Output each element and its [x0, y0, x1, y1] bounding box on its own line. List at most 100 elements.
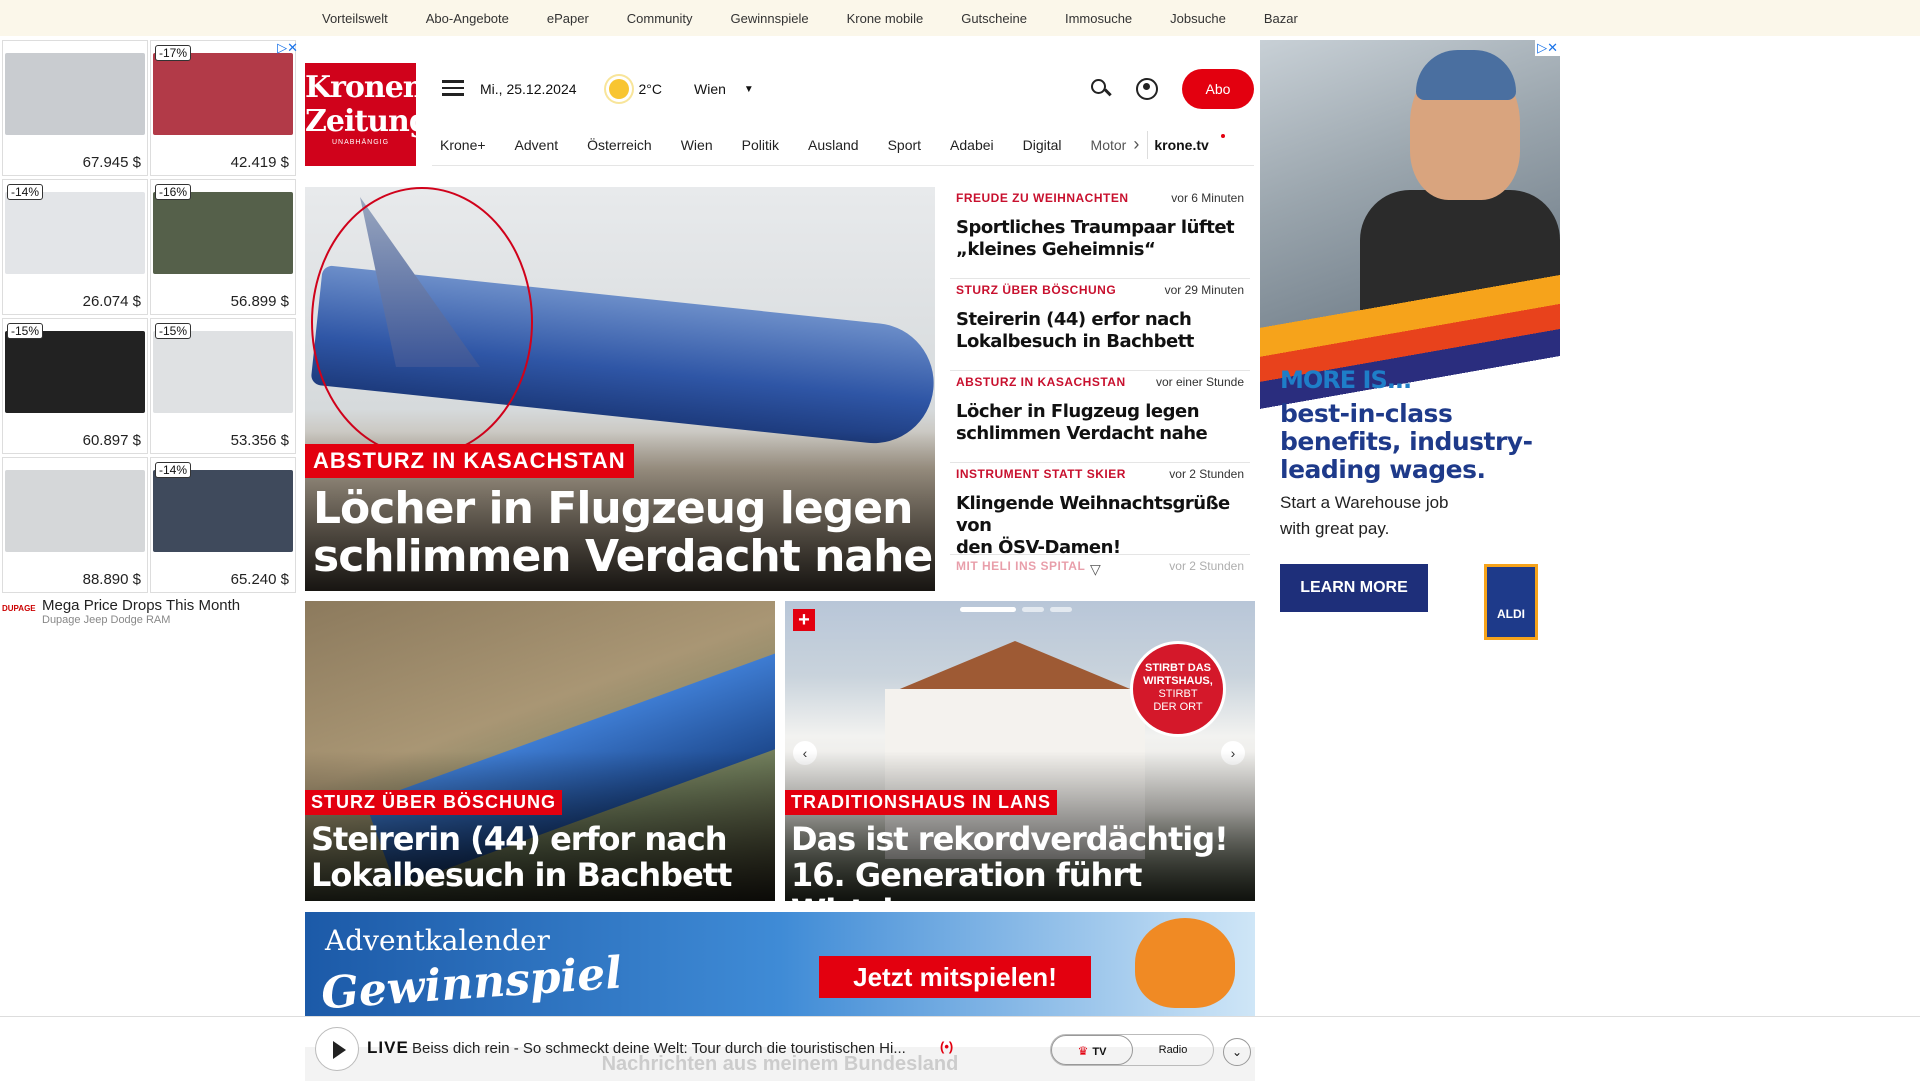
list-item-kicker: STURZ ÜBER BÖSCHUNG [956, 283, 1117, 297]
headline-line: schlimmen Verdacht nahe [956, 423, 1208, 444]
topnav-gutscheine[interactable]: Gutscheine [961, 11, 1027, 26]
story-carousel[interactable]: + STIRBT DAS WIRTSHAUS, STIRBT DER ORT ‹… [785, 601, 1255, 901]
car-tile[interactable]: 67.945 $ [2, 40, 148, 176]
radio-option[interactable]: Radio [1133, 1035, 1213, 1065]
list-item-time: vor 6 Minuten [1171, 191, 1244, 205]
nav-item-advent[interactable]: Advent [515, 137, 559, 153]
section-nav: Krone+ Advent Österreich Wien Politik Au… [432, 124, 1254, 166]
nav-item-wien[interactable]: Wien [681, 137, 713, 153]
car-tile[interactable]: -14% 26.074 $ [2, 179, 148, 315]
discount-badge: -14% [7, 184, 44, 200]
nav-item-krone-tv[interactable]: krone.tv [1154, 137, 1208, 153]
discount-badge: -16% [155, 184, 192, 200]
list-item[interactable]: INSTRUMENT STATT SKIER vor 2 Stunden Klin… [950, 463, 1250, 558]
topnav-epaper[interactable]: ePaper [547, 11, 589, 26]
car-image [5, 53, 145, 135]
topnav-vorteilswelt[interactable]: Vorteilswelt [322, 11, 388, 26]
adchoices-close-icon[interactable]: ▷✕ [277, 40, 298, 56]
car-tile[interactable]: -16% 56.899 $ [150, 179, 296, 315]
chevron-down-icon[interactable]: ▽ [1090, 561, 1101, 578]
list-item[interactable]: STURZ ÜBER BÖSCHUNG vor 29 Minuten Steire… [950, 279, 1250, 371]
story-kicker: TRADITIONSHAUS IN LANS [785, 790, 1057, 815]
user-account-icon[interactable] [1136, 78, 1158, 100]
story-title: Das ist rekordverdächtig! 16. Generation… [791, 821, 1255, 901]
story-title-line: 16. Generation führt Wirtshaus [791, 856, 1142, 901]
headline-line: Klingende Weihnachtsgrüße von [956, 493, 1230, 536]
nav-item-digital[interactable]: Digital [1023, 137, 1062, 153]
dupage-logo: DUPAGE [2, 603, 36, 613]
topnav-jobsuche[interactable]: Jobsuche [1170, 11, 1226, 26]
list-item[interactable]: ABSTURZ IN KASACHSTAN vor einer Stunde Lö… [950, 371, 1250, 463]
temperature: 2°C [638, 81, 663, 97]
learn-more-button[interactable]: LEARN MORE [1280, 564, 1428, 612]
car-image [5, 192, 145, 274]
story-card[interactable]: STURZ ÜBER BÖSCHUNG Steirerin (44) erfor… [305, 601, 775, 901]
nav-item-adabei[interactable]: Adabei [950, 137, 994, 153]
advent-banner[interactable]: Adventkalender Gewinnspiel Jetzt mitspie… [305, 912, 1255, 1016]
topnav-bazar[interactable]: Bazar [1264, 11, 1298, 26]
logo-line-2: Zeitung [305, 104, 430, 139]
car-tile[interactable]: -15% 53.356 $ [150, 318, 296, 454]
abo-button[interactable]: Abo [1182, 69, 1254, 109]
tv-option[interactable]: ♛ TV [1051, 1035, 1133, 1065]
krone-plus-icon: + [793, 609, 815, 631]
play-now-button[interactable]: Jetzt mitspielen! [819, 956, 1091, 998]
car-tile[interactable]: 88.890 $ [2, 457, 148, 593]
header-bar: Mi., 25.12.2024 2°C Wien ▼ Abo [432, 69, 1254, 109]
chevron-right-icon[interactable]: › [1133, 134, 1139, 155]
latest-news-list: FREUDE ZU WEIHNACHTEN vor 6 Minuten Sport… [950, 187, 1250, 591]
live-label: LIVE [367, 1038, 409, 1057]
tv-radio-toggle[interactable]: ♛ TV Radio [1050, 1034, 1214, 1066]
topnav-gewinnspiele[interactable]: Gewinnspiele [731, 11, 809, 26]
crown-icon: ♛ [1077, 1044, 1089, 1058]
sun-icon [608, 79, 629, 99]
tv-label: TV [1092, 1046, 1107, 1058]
ad-body: Start a Warehouse job with great pay. [1280, 493, 1449, 538]
nav-item-ausland[interactable]: Ausland [808, 137, 859, 153]
topnav-community[interactable]: Community [627, 11, 693, 26]
aldi-logo: ALDI [1484, 564, 1538, 640]
left-car-ad[interactable]: 67.945 $ -17% 42.419 $ -14% 26.074 $ -16% 5… [2, 40, 298, 640]
ad-footer[interactable]: DUPAGE Mega Price Drops This Month Dupag… [2, 597, 298, 626]
story-title: Steirerin (44) erfor nach Lokalbesuch in… [311, 821, 732, 894]
krone-logo[interactable]: Kronen Zeitung UNABHÄNGIG [305, 63, 430, 166]
car-image [153, 331, 293, 413]
hero-story[interactable]: ABSTURZ IN KASACHSTAN Löcher in Flugzeug… [305, 187, 935, 591]
car-tile[interactable]: -14% 65.240 $ [150, 457, 296, 593]
car-image [153, 192, 293, 274]
adchoices-close-icon[interactable]: ▷✕ [1535, 40, 1560, 56]
car-price: 42.419 $ [230, 154, 289, 171]
carousel-indicators [960, 607, 1072, 612]
nav-item-motor[interactable]: Motor [1091, 137, 1127, 153]
live-title[interactable]: Beiss dich rein - So schmeckt deine Welt… [412, 1040, 932, 1057]
headline-line: Steirerin (44) erfor nach [956, 309, 1192, 330]
right-aldi-ad[interactable]: MORE IS... best-in-class benefits, indus… [1260, 40, 1560, 640]
ad-subtitle: Dupage Jeep Dodge RAM [42, 614, 171, 626]
nav-item-oesterreich[interactable]: Österreich [587, 137, 652, 153]
city-selector[interactable]: Wien [694, 81, 726, 97]
search-icon[interactable] [1090, 78, 1112, 100]
live-player-bar: Nachrichten aus meinem Bundesland LIVE B… [0, 1016, 1920, 1081]
list-item[interactable]: FREUDE ZU WEIHNACHTEN vor 6 Minuten Sport… [950, 187, 1250, 279]
nav-item-politik[interactable]: Politik [742, 137, 779, 153]
hamburger-menu-icon[interactable] [442, 80, 464, 98]
list-item-headline: Klingende Weihnachtsgrüße von den ÖSV-Dam… [956, 493, 1244, 559]
car-image [153, 53, 293, 135]
advent-title: Adventkalender [325, 924, 550, 957]
stamp-line: DER ORT [1153, 701, 1203, 713]
play-button-icon[interactable] [315, 1027, 359, 1071]
topnav-krone-mobile[interactable]: Krone mobile [847, 11, 924, 26]
nav-item-krone-plus[interactable]: Krone+ [440, 137, 486, 153]
topnav-immosuche[interactable]: Immosuche [1065, 11, 1132, 26]
nav-item-sport[interactable]: Sport [888, 137, 921, 153]
chevron-down-icon[interactable]: ▼ [744, 84, 754, 95]
chevron-down-icon[interactable]: ⌄ [1223, 1038, 1251, 1066]
stamp-line: STIRBT DAS [1145, 662, 1211, 674]
highlight-circle [311, 187, 533, 457]
car-tile[interactable]: -15% 60.897 $ [2, 318, 148, 454]
story-title-line: Lokalbesuch in Bachbett [311, 856, 732, 894]
topnav-abo-angebote[interactable]: Abo-Angebote [426, 11, 509, 26]
list-item-time: vor 29 Minuten [1164, 283, 1244, 297]
car-tile[interactable]: -17% 42.419 $ [150, 40, 296, 176]
ad-title: Mega Price Drops This Month [42, 597, 241, 614]
